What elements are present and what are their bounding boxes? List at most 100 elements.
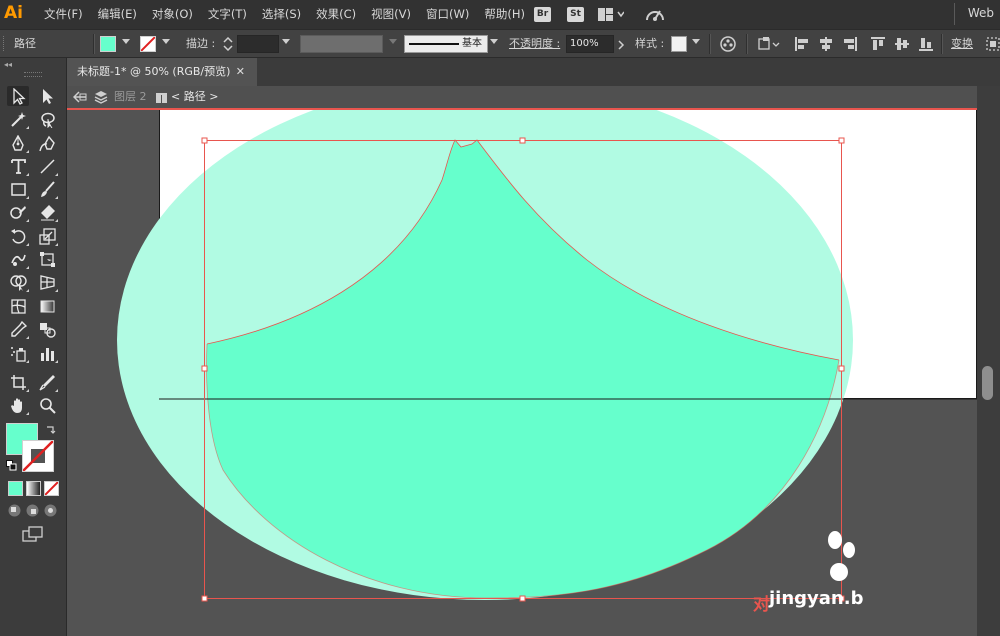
panel-grip[interactable]: [24, 72, 42, 77]
back-arrow-icon[interactable]: [72, 91, 87, 106]
swap-fill-stroke-icon[interactable]: [45, 424, 56, 438]
screen-mode-icon[interactable]: [22, 526, 44, 545]
mesh-tool[interactable]: [7, 296, 29, 316]
curvature-tool[interactable]: [36, 133, 58, 153]
free-transform-tool[interactable]: [36, 249, 58, 269]
default-fill-stroke-icon[interactable]: [6, 460, 17, 474]
type-tool[interactable]: [7, 156, 29, 176]
column-graph-tool[interactable]: [36, 343, 58, 363]
slice-tool[interactable]: [36, 372, 58, 392]
chevron-down-icon[interactable]: [122, 39, 130, 44]
graphic-style-swatch[interactable]: [671, 36, 687, 52]
transform-button[interactable]: 变换: [951, 30, 973, 57]
breadcrumb-layer[interactable]: 图层 2: [114, 86, 147, 108]
chevron-down-icon[interactable]: [282, 39, 290, 44]
menu-select[interactable]: 选择(S): [262, 0, 301, 29]
menu-file[interactable]: 文件(F): [44, 0, 83, 29]
canvas[interactable]: 对 jingyan.b: [67, 110, 977, 636]
draw-inside-icon[interactable]: [44, 504, 57, 520]
zoom-tool[interactable]: [36, 395, 58, 415]
scale-tool[interactable]: [36, 226, 58, 246]
gradient-mode-icon[interactable]: [26, 481, 41, 496]
color-mode-icon[interactable]: [8, 481, 23, 496]
separator: [93, 34, 95, 54]
symbol-sprayer-tool[interactable]: [7, 343, 29, 363]
gpu-performance-icon[interactable]: [644, 5, 666, 26]
menu-type[interactable]: 文字(T): [208, 0, 247, 29]
draw-normal-icon[interactable]: [8, 504, 21, 520]
selection-tool[interactable]: [7, 86, 29, 106]
shape-builder-tool[interactable]: [7, 272, 29, 292]
menu-effect[interactable]: 效果(C): [316, 0, 356, 29]
symbol-sprayer-icon: [10, 346, 26, 362]
stroke-weight-field[interactable]: [237, 35, 279, 53]
menu-object[interactable]: 对象(O): [152, 0, 193, 29]
artboard-tool[interactable]: [7, 372, 29, 392]
menu-window[interactable]: 窗口(W): [426, 0, 469, 29]
magic-wand-icon: [10, 111, 26, 127]
align-top-icon[interactable]: [870, 36, 886, 52]
opacity-label[interactable]: 不透明度 :: [509, 30, 560, 57]
tools-panel: ◂◂: [0, 58, 67, 636]
eyedropper-tool[interactable]: [7, 319, 29, 339]
document-tab[interactable]: 未标题-1* @ 50% (RGB/预览) ✕: [67, 58, 257, 86]
pen-tool-icon: [11, 134, 24, 151]
workspace-switcher[interactable]: Web: [968, 0, 994, 26]
pen-tool[interactable]: [7, 133, 29, 153]
warp-tool[interactable]: [7, 249, 29, 269]
rotate-tool[interactable]: [7, 226, 29, 246]
menu-help[interactable]: 帮助(H): [484, 0, 525, 29]
eraser-tool[interactable]: [36, 202, 58, 222]
brush-definition[interactable]: 基本: [404, 35, 488, 53]
lasso-icon: [40, 112, 55, 128]
blend-tool[interactable]: [36, 319, 58, 339]
align-to-icon[interactable]: [758, 36, 782, 52]
shaper-tool[interactable]: [7, 202, 29, 222]
chevron-down-icon[interactable]: [490, 39, 498, 44]
perspective-grid-tool[interactable]: [36, 272, 58, 292]
breadcrumb-path[interactable]: < 路径 >: [171, 86, 218, 108]
document-tab-title: 未标题-1* @ 50% (RGB/预览): [77, 65, 231, 78]
align-bottom-icon[interactable]: [918, 36, 934, 52]
align-vertical-center-icon[interactable]: [894, 36, 910, 52]
line-segment-icon: [39, 158, 55, 174]
direct-selection-tool[interactable]: [36, 86, 58, 106]
paintbrush-tool[interactable]: [36, 179, 58, 199]
blend-icon: [39, 322, 56, 338]
hand-tool[interactable]: [7, 395, 29, 415]
chevron-down-icon[interactable]: [692, 39, 700, 44]
vertical-scrollbar[interactable]: [977, 86, 1000, 636]
fill-swatch[interactable]: [100, 36, 116, 52]
menu-view[interactable]: 视图(V): [371, 0, 411, 29]
lasso-tool[interactable]: [36, 109, 58, 129]
panel-grip[interactable]: [3, 36, 6, 51]
collapse-panel-icon[interactable]: ◂◂: [4, 60, 12, 69]
draw-behind-icon[interactable]: [26, 504, 39, 520]
variable-width-profile[interactable]: [300, 35, 383, 53]
scroll-thumb[interactable]: [982, 366, 993, 400]
warp-icon: [10, 254, 26, 266]
stroke-color-swatch[interactable]: [22, 440, 54, 472]
bridge-icon[interactable]: Br: [534, 7, 551, 22]
scale-icon: [38, 227, 56, 245]
magic-wand-tool[interactable]: [7, 109, 29, 129]
arrange-documents-icon[interactable]: [598, 8, 625, 24]
close-icon[interactable]: ✕: [236, 58, 245, 86]
align-right-icon[interactable]: [842, 36, 858, 52]
align-horizontal-center-icon[interactable]: [818, 36, 834, 52]
line-segment-tool[interactable]: [36, 156, 58, 176]
stroke-swatch[interactable]: [140, 36, 156, 52]
isolate-icon[interactable]: [985, 36, 1000, 52]
none-mode-icon[interactable]: [44, 481, 59, 496]
align-left-icon[interactable]: [794, 36, 810, 52]
menu-edit[interactable]: 编辑(E): [98, 0, 137, 29]
chevron-down-icon[interactable]: [162, 39, 170, 44]
stroke-weight-stepper[interactable]: [222, 36, 234, 52]
direct-selection-tool-icon: [42, 88, 53, 104]
opacity-field[interactable]: 100%: [566, 35, 614, 53]
rectangle-tool[interactable]: [7, 179, 29, 199]
gradient-tool[interactable]: [36, 296, 58, 316]
stock-icon[interactable]: St: [567, 7, 584, 22]
recolor-artwork-icon[interactable]: [720, 36, 736, 52]
chevron-right-icon[interactable]: [617, 39, 625, 53]
